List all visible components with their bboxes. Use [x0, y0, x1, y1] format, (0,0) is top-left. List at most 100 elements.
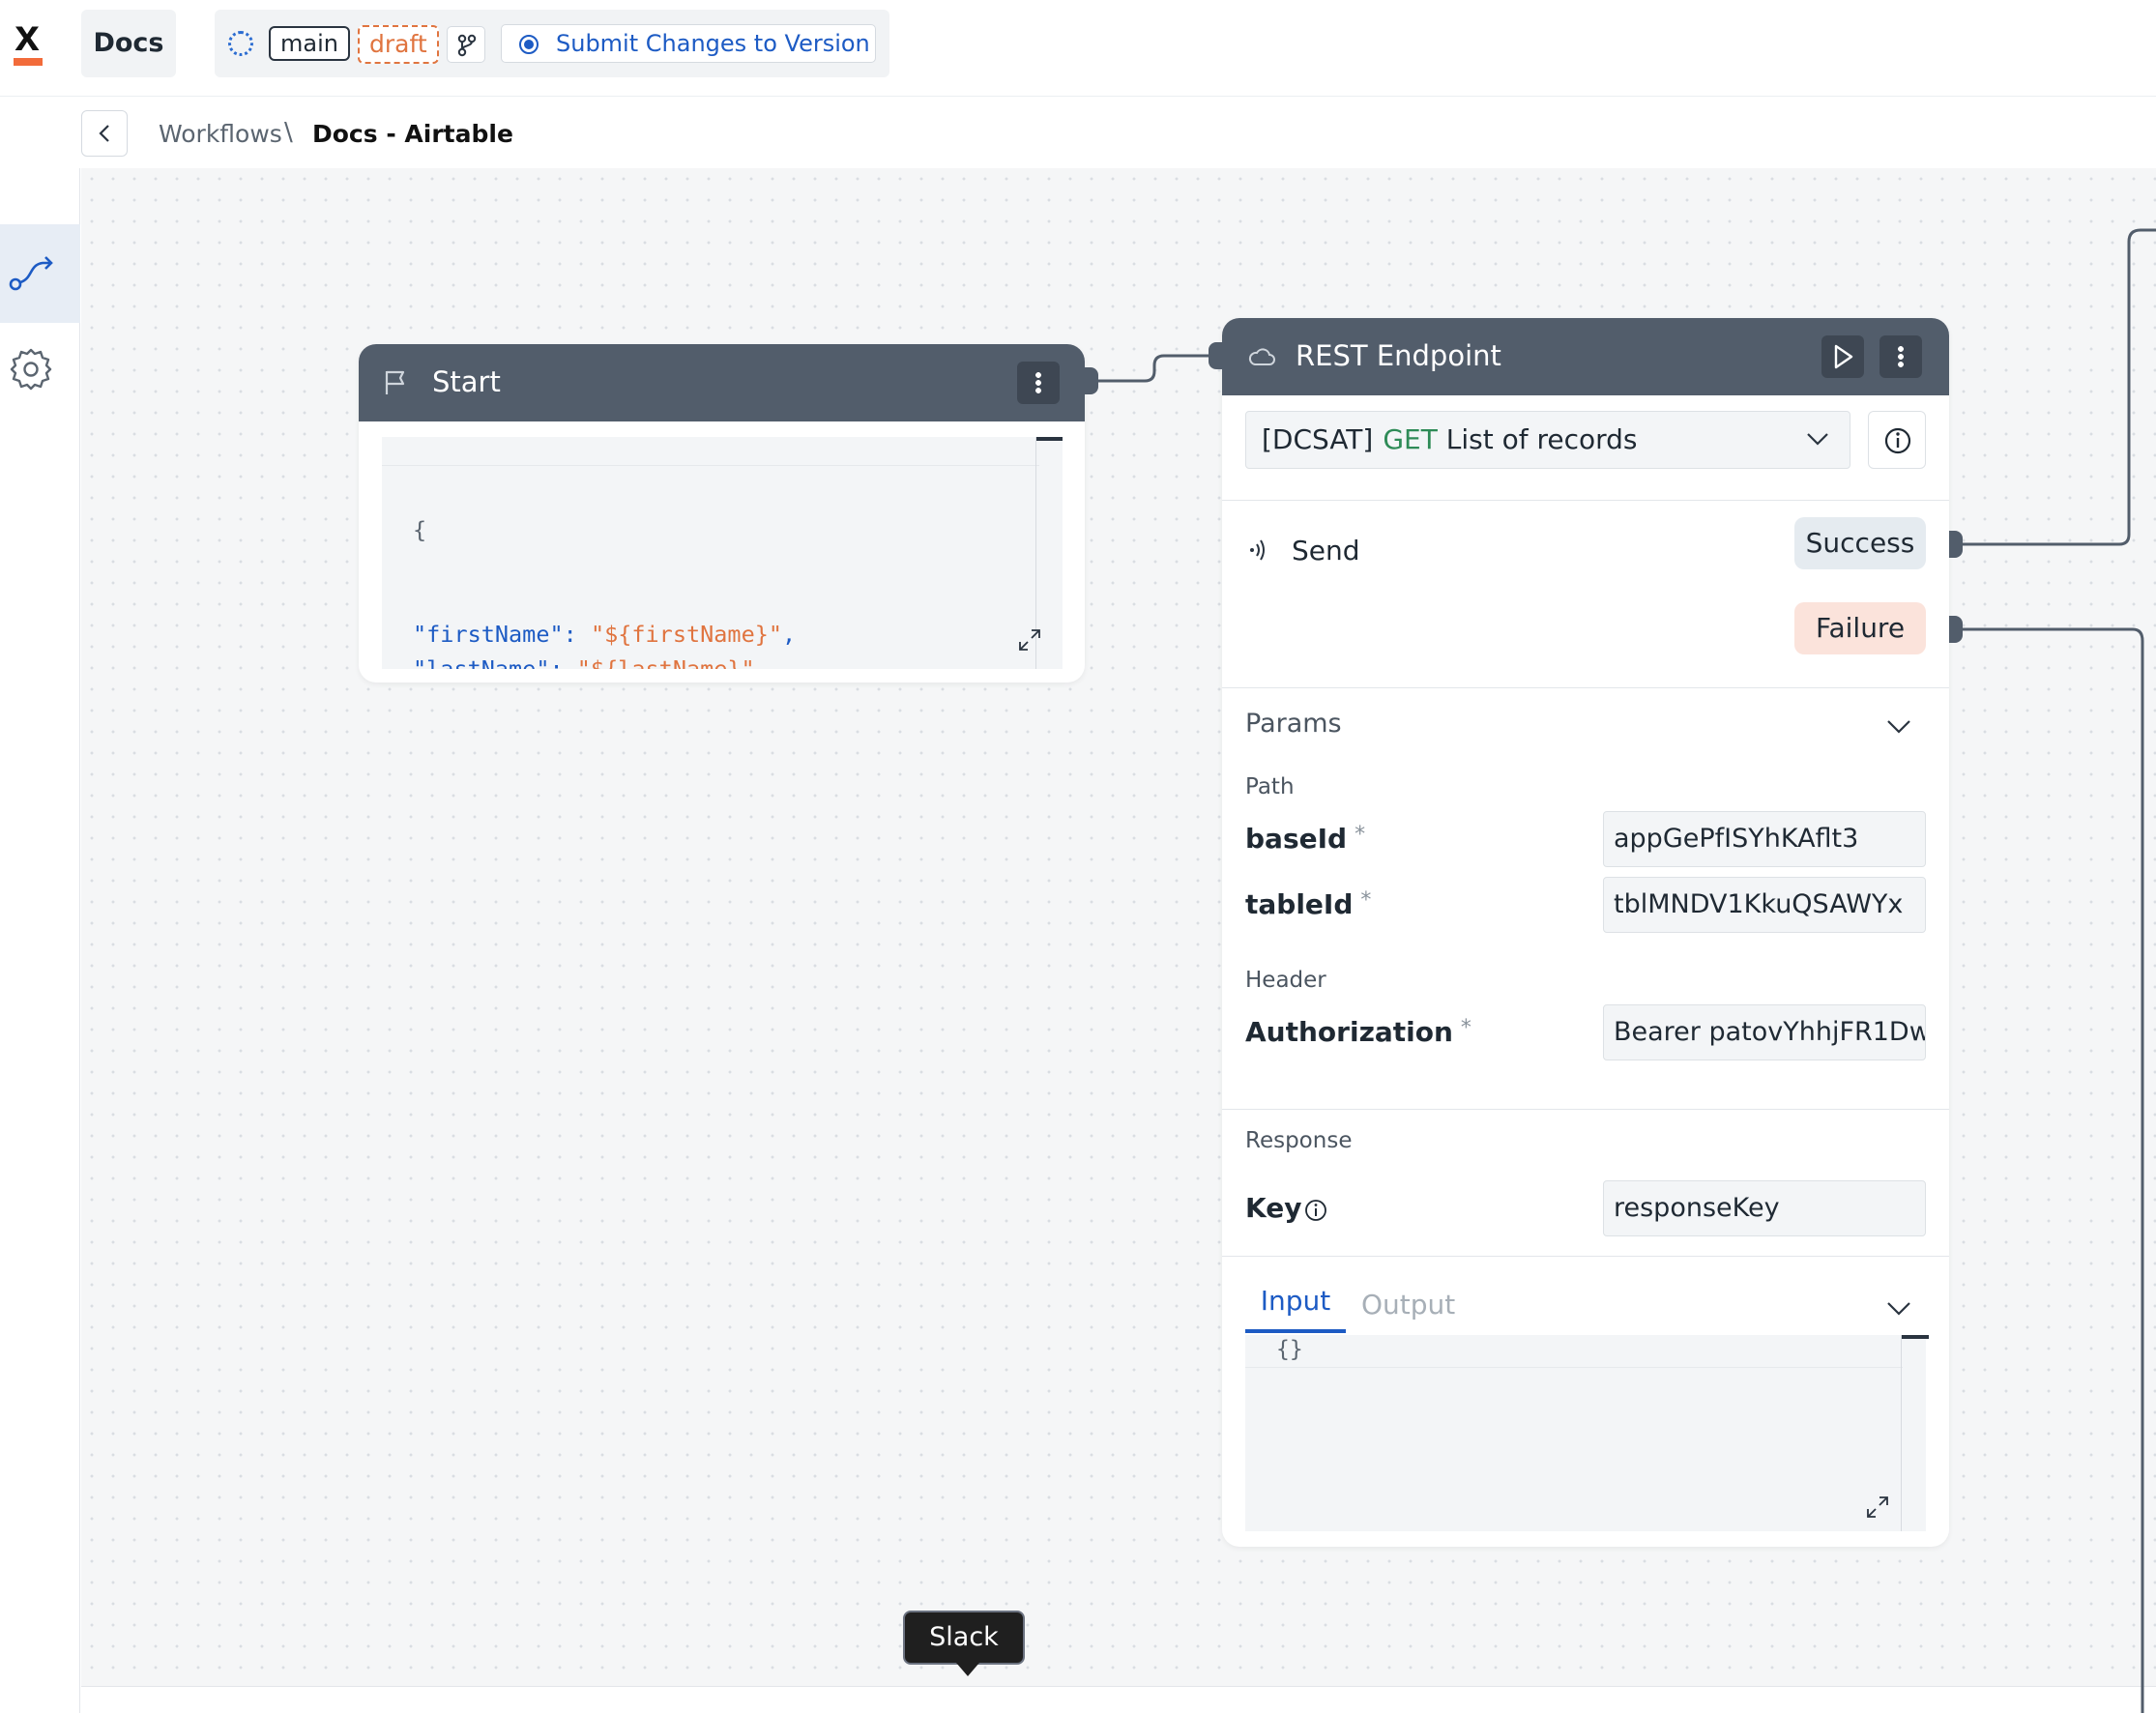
required-marker: * — [1360, 888, 1372, 913]
authorization-input[interactable]: Bearer patovYhhjFR1Dw — [1603, 1004, 1926, 1060]
response-key-input[interactable]: responseKey — [1603, 1180, 1926, 1236]
endpoint-method: GET — [1383, 423, 1438, 455]
input-code: {} — [1276, 1337, 1303, 1362]
sidebar-item-settings[interactable] — [0, 338, 80, 400]
branch-pill[interactable]: main — [269, 26, 350, 61]
branch-button[interactable] — [447, 26, 485, 63]
authorization-label: Authorization * — [1245, 1016, 1471, 1048]
start-code-editor[interactable]: { "firstName": "${firstName}", "lastName"… — [382, 437, 1063, 669]
failure-badge: Failure — [1794, 602, 1926, 654]
field-label-text: Authorization — [1245, 1016, 1453, 1048]
flag-icon — [385, 370, 405, 394]
success-badge: Success — [1794, 517, 1926, 569]
input-code-editor[interactable]: {} — [1245, 1335, 1929, 1531]
left-sidebar — [0, 168, 80, 1713]
code-value: "${firstName}" — [590, 621, 783, 648]
code-colon: : — [563, 621, 591, 648]
rest-node-title: REST Endpoint — [1296, 339, 1501, 372]
info-icon[interactable] — [1303, 1198, 1328, 1223]
divider — [1222, 1256, 1949, 1257]
rest-node-menu-button[interactable] — [1879, 335, 1922, 378]
slack-tooltip: Slack — [903, 1611, 1025, 1665]
workflow-icon — [9, 256, 53, 291]
app-logo[interactable]: x — [8, 10, 46, 66]
expand-icon[interactable] — [1864, 1494, 1891, 1521]
params-section-title[interactable]: Params — [1245, 709, 1342, 739]
sync-status-icon — [228, 31, 253, 56]
endpoint-info-button[interactable] — [1868, 411, 1926, 469]
submit-changes-label: Submit Changes to Version — [556, 30, 870, 57]
endpoint-tag: [DCSAT] — [1262, 423, 1374, 455]
breadcrumb-workflows[interactable]: Workflows — [159, 120, 282, 148]
draft-pill[interactable]: draft — [358, 25, 439, 64]
endpoint-name: List of records — [1445, 423, 1638, 455]
version-control-group: main draft Submit Changes to Version — [215, 10, 889, 77]
tooltip-arrow — [956, 1663, 979, 1676]
start-node-header[interactable]: Start — [359, 344, 1085, 421]
info-icon — [1884, 427, 1911, 454]
divider — [1222, 500, 1949, 501]
project-tab[interactable]: Docs — [81, 10, 176, 77]
back-button[interactable] — [81, 110, 128, 157]
git-branch-icon — [457, 34, 477, 57]
failure-output-port[interactable] — [1949, 616, 1963, 643]
chevron-down-icon[interactable] — [1885, 1298, 1912, 1318]
code-key: "firstName" — [413, 621, 564, 648]
code-body: "firstName": "${firstName}", "lastName": … — [413, 617, 796, 669]
response-key-label: Key — [1245, 1192, 1301, 1224]
expand-icon[interactable] — [1016, 626, 1043, 653]
required-marker: * — [1460, 1016, 1471, 1040]
editor-active-line — [1245, 1335, 1903, 1368]
logo-underline — [14, 58, 43, 66]
breadcrumb-separator: \ — [284, 118, 293, 147]
breadcrumb-current: Docs - Airtable — [312, 120, 513, 148]
header-label: Header — [1245, 968, 1326, 993]
divider — [1222, 687, 1949, 688]
signal-icon — [1250, 539, 1265, 561]
tableid-input[interactable]: tblMNDV1KkuQSAWYx — [1603, 877, 1926, 933]
code-colon: : — [549, 655, 577, 669]
code-comma: , — [782, 621, 797, 648]
code-key: "lastName" — [413, 655, 550, 669]
code-brace: { — [413, 516, 427, 543]
chevron-left-icon — [99, 125, 109, 142]
field-label-text: Key — [1245, 1192, 1302, 1224]
send-label: Send — [1292, 535, 1360, 566]
field-label-text: tableId — [1245, 888, 1354, 920]
success-output-port[interactable] — [1949, 531, 1963, 558]
rest-node-input-port[interactable] — [1209, 342, 1222, 369]
submit-radio-icon — [519, 35, 539, 54]
more-vertical-icon — [1035, 371, 1041, 394]
start-node-title: Start — [432, 365, 501, 398]
start-node[interactable]: Start { "firstName": "${firstName}", "las… — [359, 344, 1098, 682]
logo-letter: x — [15, 10, 40, 60]
code-comma: , — [754, 655, 769, 669]
response-section-title: Response — [1245, 1128, 1353, 1153]
submit-changes-button[interactable]: Submit Changes to Version — [501, 24, 876, 63]
editor-scrollbar[interactable] — [1901, 1335, 1929, 1531]
baseid-input[interactable]: appGePfISYhKAflt3 — [1603, 811, 1926, 867]
chevron-down-icon[interactable] — [1885, 716, 1912, 736]
cloud-icon — [1248, 348, 1275, 365]
baseid-label: baseId * — [1245, 823, 1365, 855]
rest-endpoint-node[interactable]: REST Endpoint [DCSAT] GET List of records… — [1209, 318, 1963, 1547]
field-label-text: baseId — [1245, 823, 1348, 855]
run-button[interactable] — [1821, 335, 1864, 378]
start-node-menu-button[interactable] — [1017, 362, 1060, 404]
endpoint-select[interactable]: [DCSAT] GET List of records — [1245, 411, 1850, 469]
rest-node-header[interactable]: REST Endpoint — [1222, 318, 1949, 395]
start-node-output-port[interactable] — [1085, 367, 1098, 394]
code-line: "firstName": "${firstName}", — [413, 617, 796, 652]
sidebar-item-workflow[interactable] — [0, 224, 80, 323]
path-label: Path — [1245, 774, 1295, 799]
tab-output[interactable]: Output — [1361, 1289, 1455, 1321]
canvas-bottom-bar — [81, 1686, 2156, 1713]
breadcrumb: Workflows \ Docs - Airtable — [0, 97, 2156, 168]
tableid-label: tableId * — [1245, 888, 1371, 920]
code-value: "${lastName}" — [576, 655, 755, 669]
play-icon — [1834, 344, 1853, 369]
divider — [1222, 1109, 1949, 1110]
tab-input[interactable]: Input — [1245, 1285, 1346, 1333]
top-bar: x Docs main draft Submit Changes to Vers… — [0, 0, 2156, 97]
more-vertical-icon — [1898, 345, 1904, 368]
